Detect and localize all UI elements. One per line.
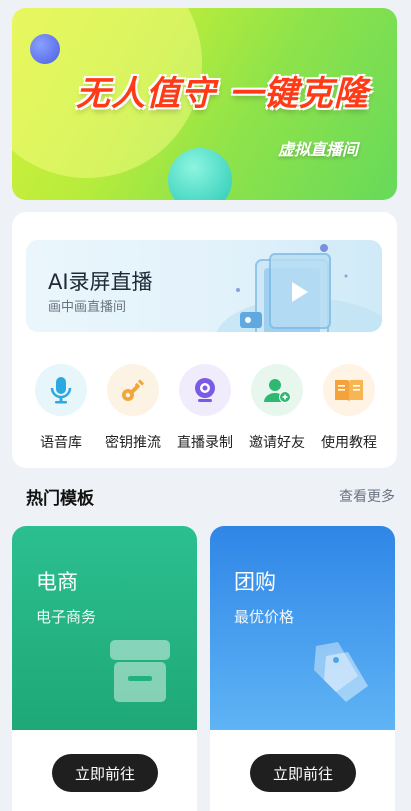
template-desc: 最优价格 — [234, 608, 295, 626]
func-key-push[interactable]: 密钥推流 — [96, 364, 170, 452]
func-voice-library[interactable]: 语音库 — [24, 364, 98, 452]
decor-ball — [30, 34, 60, 64]
func-label: 使用教程 — [321, 435, 377, 451]
ai-entry-subtitle: 画中画直播间 — [48, 300, 127, 315]
func-label: 邀请好友 — [249, 435, 305, 451]
func-invite-friends[interactable]: 邀请好友 — [240, 364, 314, 452]
go-button[interactable]: 立即前往 — [52, 754, 158, 792]
func-label: 密钥推流 — [105, 435, 161, 451]
function-grid: 语音库 密钥推流 直播录制 邀请好友 使用教程 — [12, 364, 397, 464]
feature-card: AI录屏直播 画中画直播间 语音库 密钥推流 直播录制 邀请好友 使用教程 — [12, 212, 397, 468]
view-more-link[interactable]: 查看更多 — [339, 486, 395, 506]
user-add-icon — [251, 364, 303, 416]
camera-icon — [179, 364, 231, 416]
banner-subtitle: 虚拟直播间 — [278, 140, 359, 159]
banner-title: 无人值守 一键克隆 — [76, 74, 369, 114]
store-icon — [110, 640, 170, 702]
ai-entry-title: AI录屏直播 — [48, 270, 153, 294]
key-icon — [107, 364, 159, 416]
template-name: 团购 — [234, 570, 276, 594]
template-card-groupbuy[interactable]: 团购 最优价格 立即前往 — [210, 526, 395, 811]
func-live-record[interactable]: 直播录制 — [168, 364, 242, 452]
ai-screen-live-entry[interactable]: AI录屏直播 画中画直播间 — [26, 240, 382, 332]
template-name: 电商 — [36, 570, 78, 594]
func-label: 直播录制 — [177, 435, 233, 451]
func-tutorial[interactable]: 使用教程 — [312, 364, 386, 452]
go-button[interactable]: 立即前往 — [250, 754, 356, 792]
template-desc: 电子商务 — [36, 608, 97, 626]
screen-play-illustration — [217, 244, 382, 332]
microphone-icon — [35, 364, 87, 416]
func-label: 语音库 — [40, 435, 82, 451]
section-title: 热门模板 — [26, 489, 94, 509]
promo-banner[interactable]: 无人值守 一键克隆 虚拟直播间 — [12, 8, 397, 200]
book-icon — [323, 364, 375, 416]
price-tag-icon — [314, 642, 368, 702]
template-card-ecommerce[interactable]: 电商 电子商务 立即前往 — [12, 526, 197, 811]
decor-ball — [168, 148, 232, 200]
